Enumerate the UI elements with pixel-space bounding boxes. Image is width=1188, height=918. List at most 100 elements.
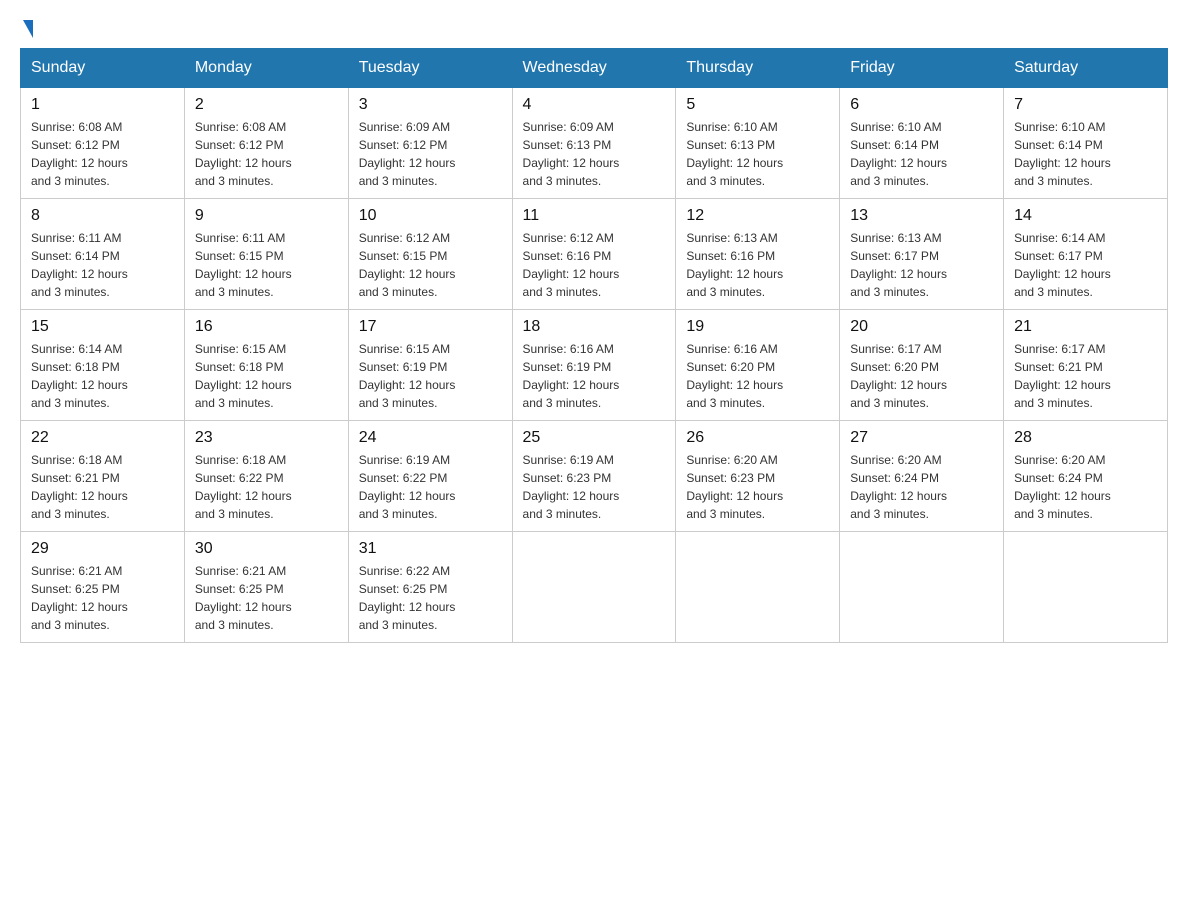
day-number: 24 bbox=[359, 429, 502, 447]
calendar-week-row: 1 Sunrise: 6:08 AM Sunset: 6:12 PM Dayli… bbox=[21, 88, 1168, 199]
calendar-cell: 21 Sunrise: 6:17 AM Sunset: 6:21 PM Dayl… bbox=[1004, 310, 1168, 421]
day-info: Sunrise: 6:08 AM Sunset: 6:12 PM Dayligh… bbox=[195, 118, 338, 190]
calendar-cell: 2 Sunrise: 6:08 AM Sunset: 6:12 PM Dayli… bbox=[184, 88, 348, 199]
day-number: 23 bbox=[195, 429, 338, 447]
day-number: 31 bbox=[359, 540, 502, 558]
calendar-cell: 17 Sunrise: 6:15 AM Sunset: 6:19 PM Dayl… bbox=[348, 310, 512, 421]
day-number: 11 bbox=[523, 207, 666, 225]
day-info: Sunrise: 6:08 AM Sunset: 6:12 PM Dayligh… bbox=[31, 118, 174, 190]
calendar-week-row: 8 Sunrise: 6:11 AM Sunset: 6:14 PM Dayli… bbox=[21, 199, 1168, 310]
day-number: 28 bbox=[1014, 429, 1157, 447]
calendar-week-row: 15 Sunrise: 6:14 AM Sunset: 6:18 PM Dayl… bbox=[21, 310, 1168, 421]
day-number: 6 bbox=[850, 96, 993, 114]
page-header bbox=[20, 20, 1168, 38]
calendar-cell: 31 Sunrise: 6:22 AM Sunset: 6:25 PM Dayl… bbox=[348, 532, 512, 643]
calendar-table: SundayMondayTuesdayWednesdayThursdayFrid… bbox=[20, 48, 1168, 643]
logo-triangle-icon bbox=[23, 20, 33, 38]
calendar-cell: 11 Sunrise: 6:12 AM Sunset: 6:16 PM Dayl… bbox=[512, 199, 676, 310]
day-of-week-header: Monday bbox=[184, 49, 348, 88]
calendar-cell: 30 Sunrise: 6:21 AM Sunset: 6:25 PM Dayl… bbox=[184, 532, 348, 643]
day-info: Sunrise: 6:15 AM Sunset: 6:18 PM Dayligh… bbox=[195, 340, 338, 412]
day-info: Sunrise: 6:12 AM Sunset: 6:16 PM Dayligh… bbox=[523, 229, 666, 301]
day-of-week-header: Sunday bbox=[21, 49, 185, 88]
day-number: 13 bbox=[850, 207, 993, 225]
day-number: 30 bbox=[195, 540, 338, 558]
calendar-cell: 6 Sunrise: 6:10 AM Sunset: 6:14 PM Dayli… bbox=[840, 88, 1004, 199]
day-number: 14 bbox=[1014, 207, 1157, 225]
day-info: Sunrise: 6:10 AM Sunset: 6:14 PM Dayligh… bbox=[1014, 118, 1157, 190]
day-number: 18 bbox=[523, 318, 666, 336]
day-info: Sunrise: 6:20 AM Sunset: 6:23 PM Dayligh… bbox=[686, 451, 829, 523]
day-of-week-header: Wednesday bbox=[512, 49, 676, 88]
calendar-cell: 4 Sunrise: 6:09 AM Sunset: 6:13 PM Dayli… bbox=[512, 88, 676, 199]
day-of-week-header: Friday bbox=[840, 49, 1004, 88]
calendar-cell: 25 Sunrise: 6:19 AM Sunset: 6:23 PM Dayl… bbox=[512, 421, 676, 532]
day-info: Sunrise: 6:18 AM Sunset: 6:21 PM Dayligh… bbox=[31, 451, 174, 523]
day-info: Sunrise: 6:22 AM Sunset: 6:25 PM Dayligh… bbox=[359, 562, 502, 634]
day-of-week-header: Tuesday bbox=[348, 49, 512, 88]
day-info: Sunrise: 6:16 AM Sunset: 6:20 PM Dayligh… bbox=[686, 340, 829, 412]
calendar-cell: 15 Sunrise: 6:14 AM Sunset: 6:18 PM Dayl… bbox=[21, 310, 185, 421]
day-number: 27 bbox=[850, 429, 993, 447]
day-info: Sunrise: 6:14 AM Sunset: 6:18 PM Dayligh… bbox=[31, 340, 174, 412]
day-info: Sunrise: 6:09 AM Sunset: 6:13 PM Dayligh… bbox=[523, 118, 666, 190]
day-number: 20 bbox=[850, 318, 993, 336]
calendar-cell: 19 Sunrise: 6:16 AM Sunset: 6:20 PM Dayl… bbox=[676, 310, 840, 421]
calendar-cell: 24 Sunrise: 6:19 AM Sunset: 6:22 PM Dayl… bbox=[348, 421, 512, 532]
day-number: 7 bbox=[1014, 96, 1157, 114]
day-info: Sunrise: 6:19 AM Sunset: 6:22 PM Dayligh… bbox=[359, 451, 502, 523]
day-info: Sunrise: 6:20 AM Sunset: 6:24 PM Dayligh… bbox=[850, 451, 993, 523]
day-info: Sunrise: 6:15 AM Sunset: 6:19 PM Dayligh… bbox=[359, 340, 502, 412]
calendar-cell bbox=[676, 532, 840, 643]
calendar-cell: 28 Sunrise: 6:20 AM Sunset: 6:24 PM Dayl… bbox=[1004, 421, 1168, 532]
day-number: 10 bbox=[359, 207, 502, 225]
day-number: 26 bbox=[686, 429, 829, 447]
day-info: Sunrise: 6:11 AM Sunset: 6:14 PM Dayligh… bbox=[31, 229, 174, 301]
day-info: Sunrise: 6:10 AM Sunset: 6:13 PM Dayligh… bbox=[686, 118, 829, 190]
day-info: Sunrise: 6:13 AM Sunset: 6:17 PM Dayligh… bbox=[850, 229, 993, 301]
day-info: Sunrise: 6:19 AM Sunset: 6:23 PM Dayligh… bbox=[523, 451, 666, 523]
day-info: Sunrise: 6:14 AM Sunset: 6:17 PM Dayligh… bbox=[1014, 229, 1157, 301]
day-number: 5 bbox=[686, 96, 829, 114]
day-number: 19 bbox=[686, 318, 829, 336]
day-info: Sunrise: 6:20 AM Sunset: 6:24 PM Dayligh… bbox=[1014, 451, 1157, 523]
day-info: Sunrise: 6:11 AM Sunset: 6:15 PM Dayligh… bbox=[195, 229, 338, 301]
day-number: 22 bbox=[31, 429, 174, 447]
calendar-cell: 22 Sunrise: 6:18 AM Sunset: 6:21 PM Dayl… bbox=[21, 421, 185, 532]
day-info: Sunrise: 6:17 AM Sunset: 6:20 PM Dayligh… bbox=[850, 340, 993, 412]
calendar-cell bbox=[512, 532, 676, 643]
day-info: Sunrise: 6:12 AM Sunset: 6:15 PM Dayligh… bbox=[359, 229, 502, 301]
day-number: 29 bbox=[31, 540, 174, 558]
day-info: Sunrise: 6:18 AM Sunset: 6:22 PM Dayligh… bbox=[195, 451, 338, 523]
calendar-cell: 18 Sunrise: 6:16 AM Sunset: 6:19 PM Dayl… bbox=[512, 310, 676, 421]
calendar-header: SundayMondayTuesdayWednesdayThursdayFrid… bbox=[21, 49, 1168, 88]
calendar-cell: 20 Sunrise: 6:17 AM Sunset: 6:20 PM Dayl… bbox=[840, 310, 1004, 421]
day-header-row: SundayMondayTuesdayWednesdayThursdayFrid… bbox=[21, 49, 1168, 88]
day-info: Sunrise: 6:17 AM Sunset: 6:21 PM Dayligh… bbox=[1014, 340, 1157, 412]
calendar-cell bbox=[1004, 532, 1168, 643]
calendar-cell: 16 Sunrise: 6:15 AM Sunset: 6:18 PM Dayl… bbox=[184, 310, 348, 421]
calendar-week-row: 29 Sunrise: 6:21 AM Sunset: 6:25 PM Dayl… bbox=[21, 532, 1168, 643]
calendar-cell: 23 Sunrise: 6:18 AM Sunset: 6:22 PM Dayl… bbox=[184, 421, 348, 532]
day-number: 1 bbox=[31, 96, 174, 114]
day-number: 16 bbox=[195, 318, 338, 336]
calendar-cell: 9 Sunrise: 6:11 AM Sunset: 6:15 PM Dayli… bbox=[184, 199, 348, 310]
logo bbox=[20, 20, 33, 38]
day-number: 12 bbox=[686, 207, 829, 225]
day-number: 3 bbox=[359, 96, 502, 114]
calendar-cell: 10 Sunrise: 6:12 AM Sunset: 6:15 PM Dayl… bbox=[348, 199, 512, 310]
calendar-cell: 12 Sunrise: 6:13 AM Sunset: 6:16 PM Dayl… bbox=[676, 199, 840, 310]
day-number: 15 bbox=[31, 318, 174, 336]
calendar-body: 1 Sunrise: 6:08 AM Sunset: 6:12 PM Dayli… bbox=[21, 88, 1168, 643]
calendar-cell: 8 Sunrise: 6:11 AM Sunset: 6:14 PM Dayli… bbox=[21, 199, 185, 310]
calendar-cell: 29 Sunrise: 6:21 AM Sunset: 6:25 PM Dayl… bbox=[21, 532, 185, 643]
day-info: Sunrise: 6:21 AM Sunset: 6:25 PM Dayligh… bbox=[195, 562, 338, 634]
day-number: 21 bbox=[1014, 318, 1157, 336]
day-number: 8 bbox=[31, 207, 174, 225]
day-info: Sunrise: 6:09 AM Sunset: 6:12 PM Dayligh… bbox=[359, 118, 502, 190]
calendar-cell: 26 Sunrise: 6:20 AM Sunset: 6:23 PM Dayl… bbox=[676, 421, 840, 532]
day-of-week-header: Saturday bbox=[1004, 49, 1168, 88]
day-info: Sunrise: 6:13 AM Sunset: 6:16 PM Dayligh… bbox=[686, 229, 829, 301]
day-number: 9 bbox=[195, 207, 338, 225]
calendar-week-row: 22 Sunrise: 6:18 AM Sunset: 6:21 PM Dayl… bbox=[21, 421, 1168, 532]
